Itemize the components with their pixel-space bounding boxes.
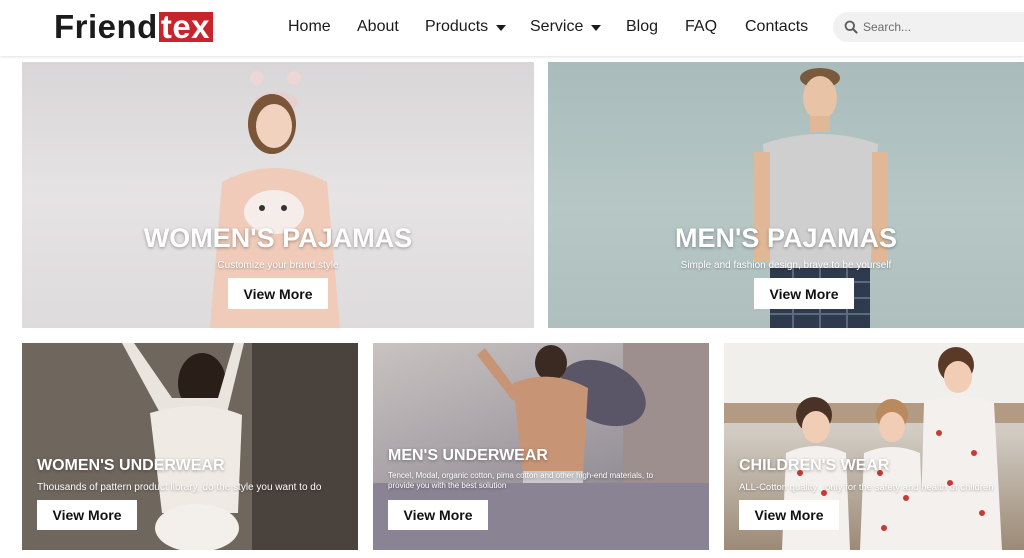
womens-underwear-title: WOMEN'S UNDERWEAR	[37, 457, 225, 474]
chevron-down-icon	[496, 25, 507, 31]
mens-underwear-title: MEN'S UNDERWEAR	[388, 447, 548, 464]
womens-pajamas-subtitle: Customize your brand style	[217, 260, 339, 271]
tile-childrens-wear[interactable]: CHILDREN'S WEAR ALL-Cotton quality , onl…	[724, 343, 1024, 550]
nav-service[interactable]: Service	[530, 17, 602, 37]
womens-underwear-subtitle: Thousands of pattern product library, do…	[37, 482, 322, 493]
logo-text-tex: tex	[158, 10, 214, 43]
nav-products[interactable]: Products	[425, 17, 507, 37]
childrens-wear-title: CHILDREN'S WEAR	[739, 457, 890, 474]
tile-womens-pajamas[interactable]: WOMEN'S PAJAMAS Customize your brand sty…	[22, 62, 534, 328]
brand-logo[interactable]: Friend tex	[54, 8, 214, 45]
logo-text-friend: Friend	[54, 8, 158, 45]
nav-service-label: Service	[530, 18, 584, 35]
nav-faq[interactable]: FAQ	[685, 17, 717, 37]
search-box	[833, 12, 1024, 42]
childrens-wear-subtitle: ALL-Cotton quality , only for the safety…	[739, 482, 994, 493]
nav-contacts[interactable]: Contacts	[745, 17, 808, 37]
site-header: Friend tex Home About Products Service Bl…	[0, 0, 1024, 56]
womens-pajamas-view-more-button[interactable]: View More	[228, 278, 328, 309]
nav-products-label: Products	[425, 18, 489, 35]
nav-home-label: Home	[288, 18, 331, 35]
childrens-wear-view-more-button[interactable]: View More	[739, 500, 839, 530]
search-input[interactable]	[863, 12, 1018, 42]
womens-pajamas-title: WOMEN'S PAJAMAS	[143, 223, 413, 253]
nav-about[interactable]: About	[357, 17, 399, 37]
nav-home[interactable]: Home	[288, 17, 331, 37]
mens-pajamas-subtitle: Simple and fashion design, brave to be y…	[680, 260, 892, 271]
nav-contacts-label: Contacts	[745, 18, 809, 35]
tile-mens-pajamas[interactable]: MEN'S PAJAMAS Simple and fashion design,…	[548, 62, 1024, 328]
nav-blog-label: Blog	[626, 18, 659, 35]
mens-pajamas-title: MEN'S PAJAMAS	[675, 223, 897, 253]
mens-pajamas-view-more-button[interactable]: View More	[754, 278, 854, 309]
nav-faq-label: FAQ	[685, 18, 718, 35]
nav-about-label: About	[357, 18, 399, 35]
tile-mens-underwear[interactable]: MEN'S UNDERWEAR Tencel, Modal, organic c…	[373, 343, 709, 550]
mens-underwear-view-more-button[interactable]: View More	[388, 500, 488, 530]
tile-womens-underwear[interactable]: WOMEN'S UNDERWEAR Thousands of pattern p…	[22, 343, 358, 550]
nav-blog[interactable]: Blog	[626, 17, 658, 37]
mens-underwear-subtitle-line1: Tencel, Modal, organic cotton, pima cott…	[388, 471, 654, 480]
womens-underwear-view-more-button[interactable]: View More	[37, 500, 137, 530]
search-icon[interactable]	[844, 20, 858, 34]
chevron-down-icon	[591, 25, 602, 31]
mens-underwear-subtitle-line2: provide you with the best solution	[388, 481, 507, 490]
